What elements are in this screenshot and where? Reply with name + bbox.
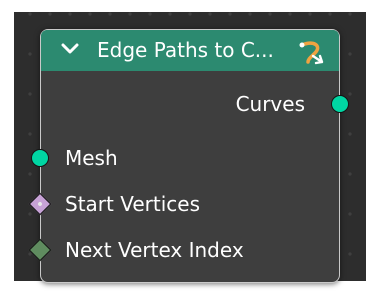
- input-socket-next-vertex-index[interactable]: [28, 238, 52, 262]
- input-label-next-vertex-index: Next Vertex Index: [65, 238, 244, 262]
- chevron-down-icon[interactable]: [61, 42, 79, 56]
- input-label-start-vertices: Start Vertices: [65, 192, 200, 216]
- input-label-mesh: Mesh: [65, 146, 118, 170]
- node-title: Edge Paths to C...: [97, 38, 274, 62]
- input-socket-start-vertices[interactable]: [28, 192, 52, 216]
- curve-node-icon: [299, 41, 324, 65]
- edge-paths-to-curves-node[interactable]: Edge Paths to C... Curves Mesh Start Ver…: [40, 29, 340, 283]
- output-socket-curves[interactable]: [331, 95, 349, 113]
- input-socket-mesh[interactable]: [31, 149, 49, 167]
- node-header[interactable]: Edge Paths to C...: [41, 30, 339, 71]
- output-label-curves: Curves: [235, 92, 305, 116]
